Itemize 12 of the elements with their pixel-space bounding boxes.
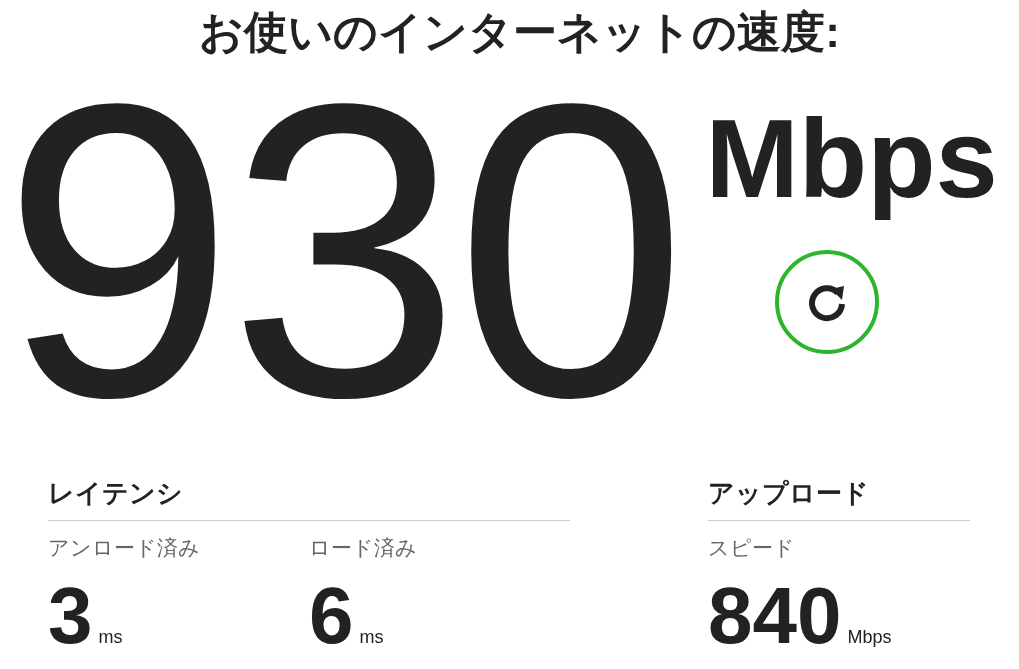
metric-label: ロード済み [309,537,418,558]
metric-value: 3 [48,576,93,656]
metric-unit: ms [359,628,384,646]
metric-unit: ms [98,628,123,646]
metric-value: 6 [309,576,354,656]
metric-value: 840 [708,576,842,656]
section-heading: アップロード [708,480,970,521]
metric-unit: Mbps [847,628,892,646]
metric-label: スピード [708,537,796,558]
metric-label: アンロード済み [48,537,201,558]
speed-unit: Mbps [705,95,998,223]
section-heading: レイテンシ [48,480,570,521]
